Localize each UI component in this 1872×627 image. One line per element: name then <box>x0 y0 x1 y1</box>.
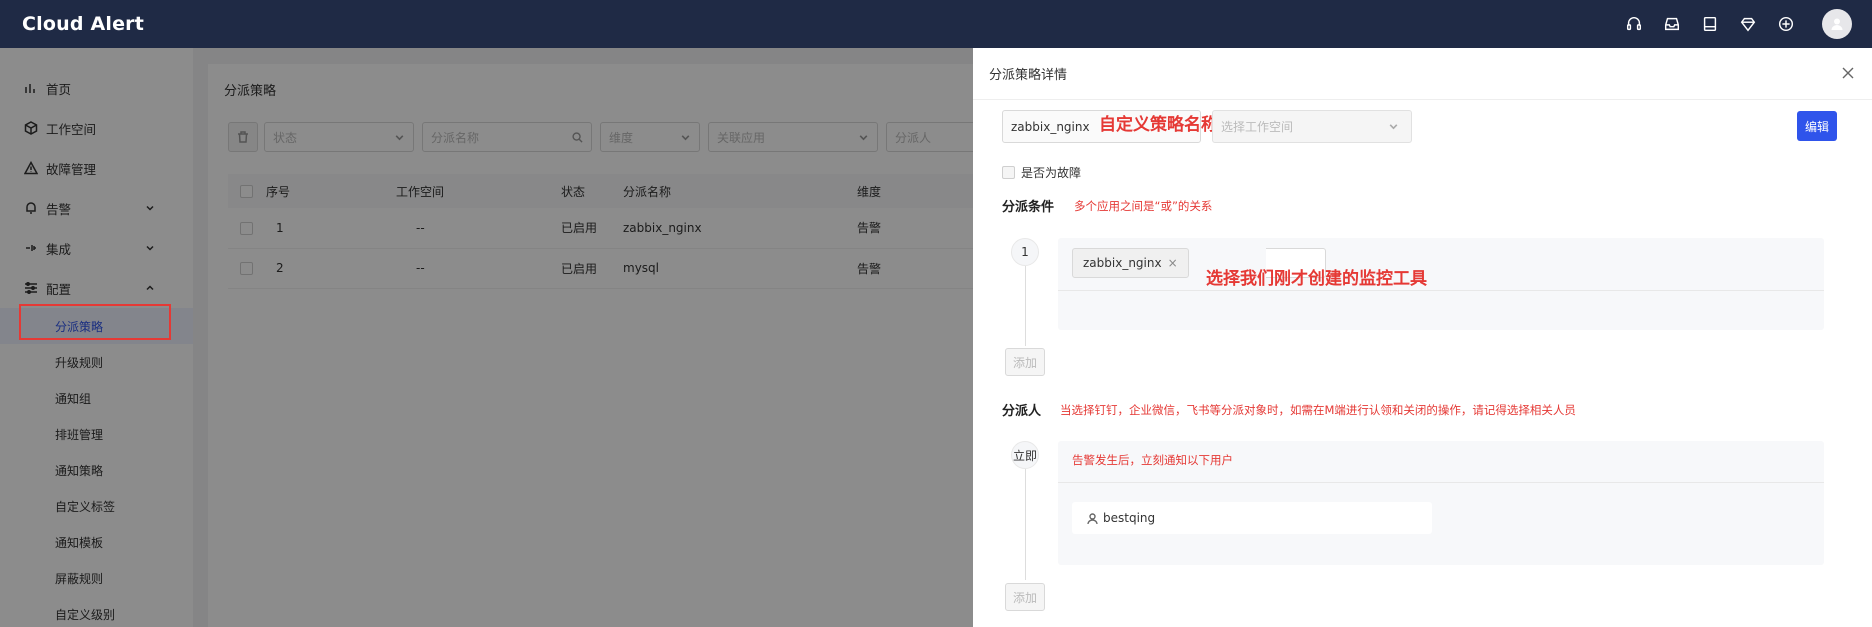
fault-checkbox-label: 是否为故障 <box>1021 166 1082 180</box>
fault-checkbox-box[interactable] <box>1002 166 1015 179</box>
inbox-icon[interactable] <box>1662 14 1682 34</box>
avatar-icon <box>1831 18 1843 30</box>
top-bar: Cloud Alert <box>0 0 1872 48</box>
divider <box>1058 482 1824 483</box>
step-line <box>1025 266 1026 346</box>
workspace-select[interactable]: 选择工作空间 <box>1212 110 1412 143</box>
close-icon <box>1842 67 1854 79</box>
add-assignee-button[interactable]: 添加 <box>1005 583 1045 611</box>
user-icon <box>1087 512 1098 524</box>
condition-step-badge: 1 <box>1011 238 1039 266</box>
drawer-title: 分派策略详情 <box>989 68 1068 83</box>
add-condition-button[interactable]: 添加 <box>1005 348 1045 376</box>
annotation-policy-name: 自定义策略名称 <box>1099 115 1218 135</box>
book-icon[interactable] <box>1700 14 1720 34</box>
assignee-hint: 当选择钉钉，企业微信，飞书等分派对象时，如需在M端进行认领和关闭的操作，请记得选… <box>1060 403 1576 417</box>
highlight-box <box>19 304 171 340</box>
conditions-title: 分派条件 <box>1002 200 1055 215</box>
condition-box: zabbix_nginx × <box>1058 238 1824 330</box>
avatar[interactable] <box>1822 9 1852 39</box>
conditions-hint: 多个应用之间是“或”的关系 <box>1074 199 1213 213</box>
condition-tag[interactable]: zabbix_nginx × <box>1072 248 1189 278</box>
headset-icon[interactable] <box>1624 14 1644 34</box>
drawer-header: 分派策略详情 <box>973 48 1872 100</box>
assignee-title: 分派人 <box>1002 404 1042 419</box>
globe-icon[interactable] <box>1776 14 1796 34</box>
assignee-step-badge: 立即 <box>1011 441 1039 469</box>
step-line <box>1025 468 1026 580</box>
annotation-monitoring-tool: 选择我们刚才创建的监控工具 <box>1206 269 1427 289</box>
chevron-down-icon <box>1389 124 1398 130</box>
close-button[interactable] <box>1840 65 1856 81</box>
tag-close-icon[interactable]: × <box>1168 256 1178 270</box>
brand-logo[interactable]: Cloud Alert <box>22 13 144 35</box>
edit-button[interactable]: 编辑 <box>1797 111 1837 141</box>
assignee-box: 告警发生后，立刻通知以下用户 bestqing <box>1058 441 1824 565</box>
assignee-user-chip[interactable]: bestqing <box>1072 502 1432 534</box>
diamond-icon[interactable] <box>1738 14 1758 34</box>
assignee-box-hint: 告警发生后，立刻通知以下用户 <box>1072 453 1233 467</box>
is-fault-checkbox[interactable]: 是否为故障 <box>1002 164 1081 181</box>
policy-detail-drawer: 分派策略详情 zabbix_nginx 自定义策略名称 选择工作空间 编辑 是否… <box>973 48 1872 627</box>
divider <box>1058 290 1824 291</box>
top-icons <box>1606 0 1852 48</box>
